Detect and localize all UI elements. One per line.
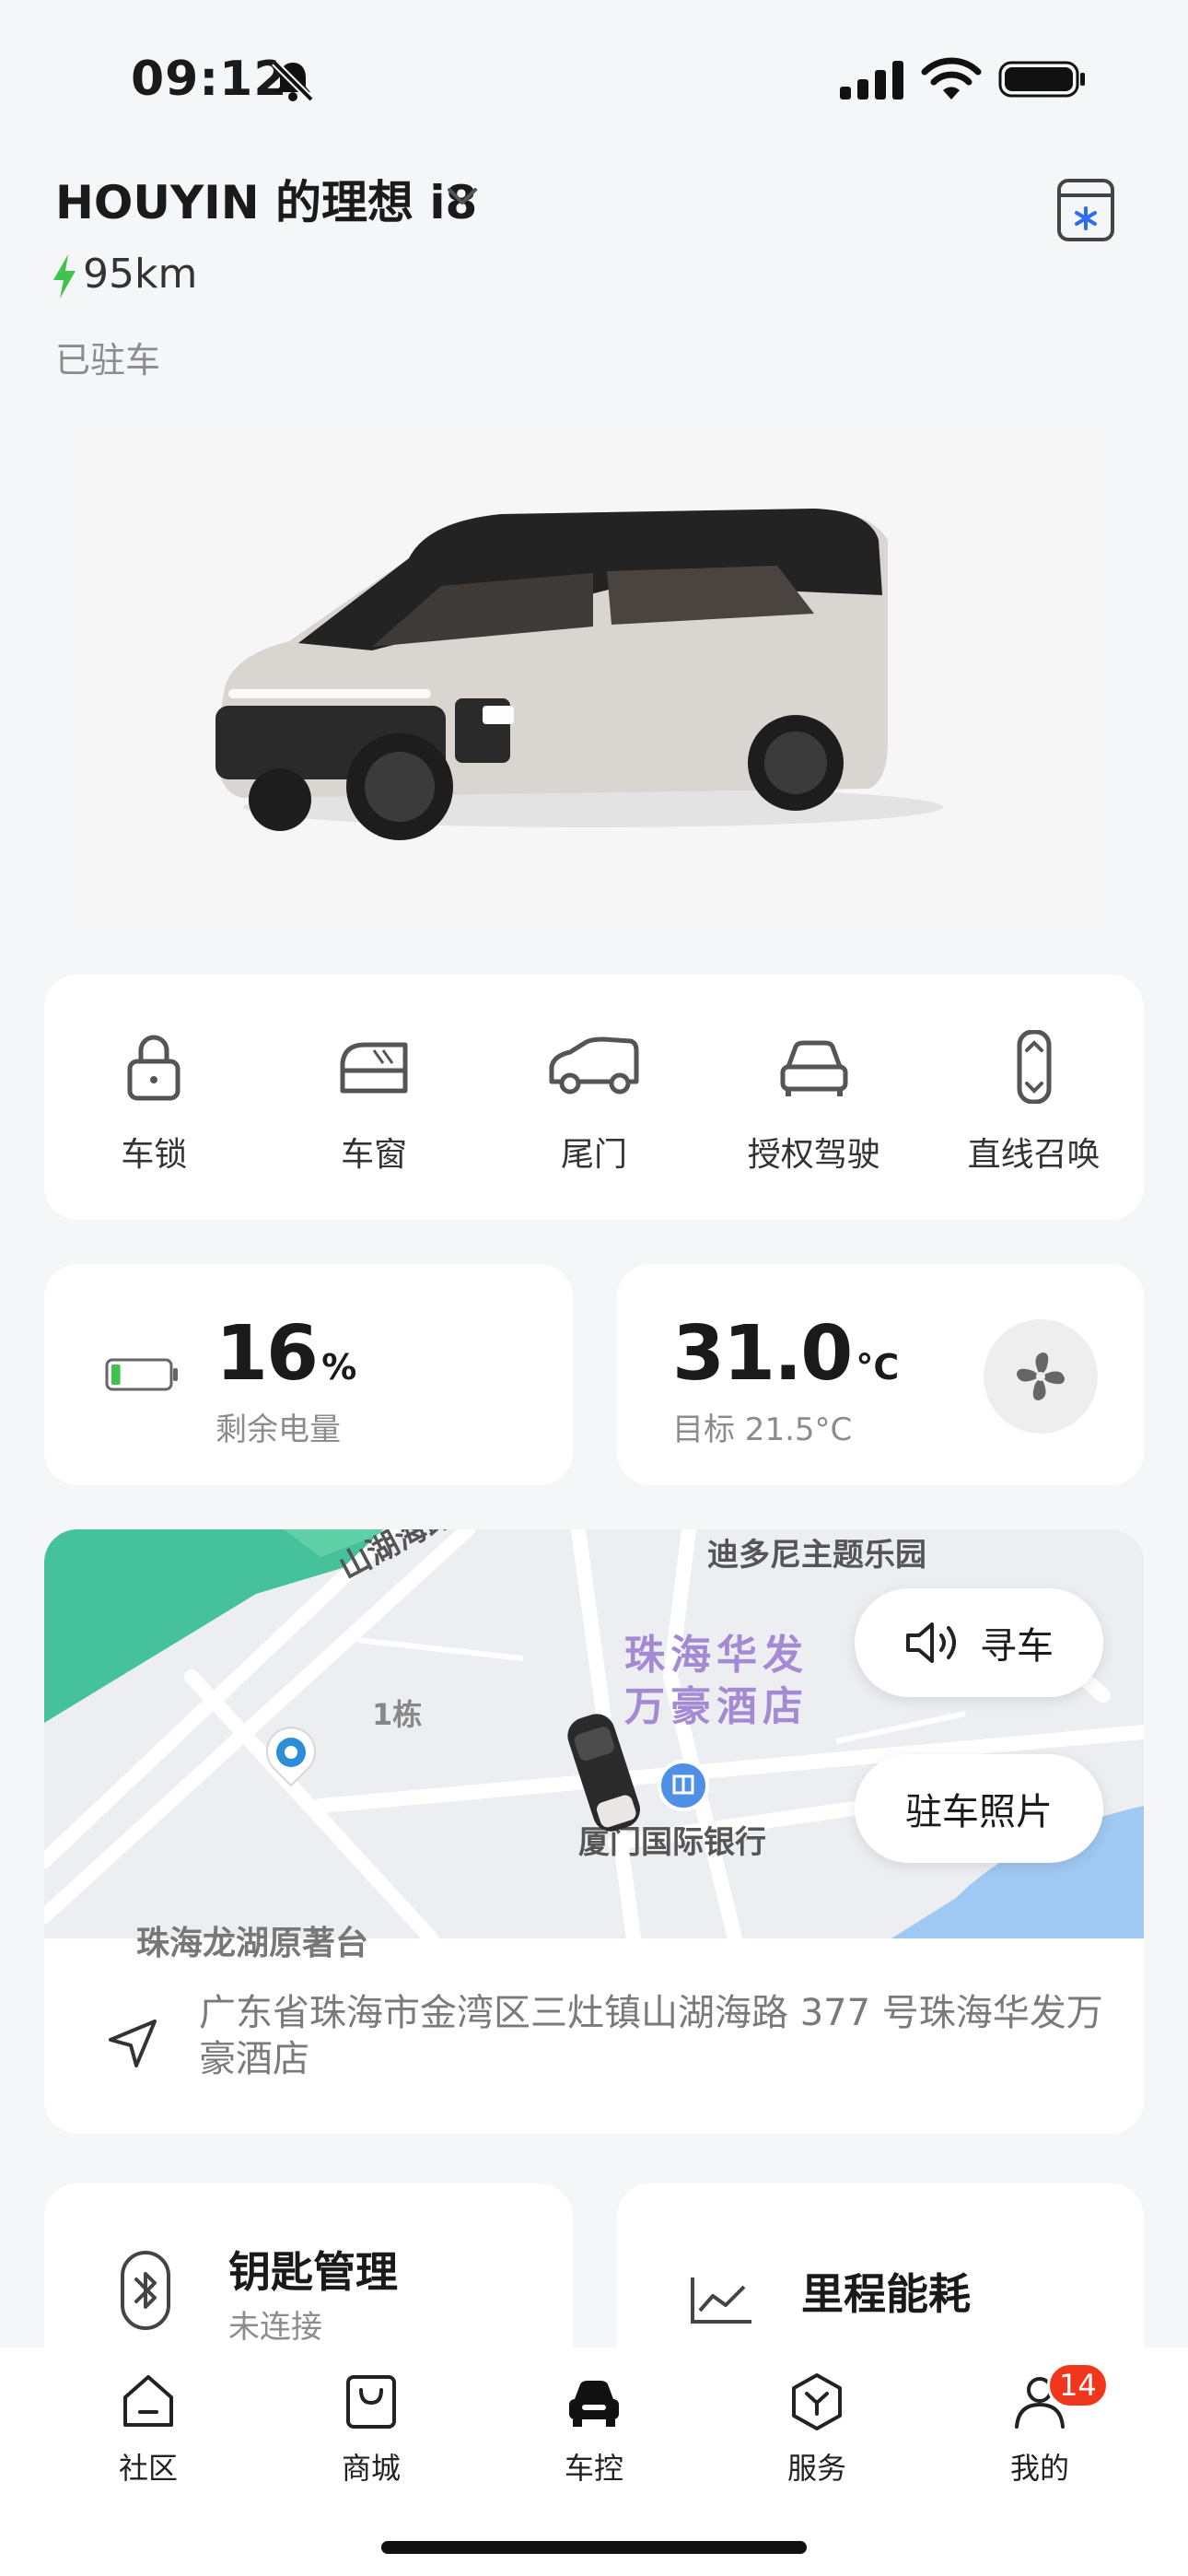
battery-label: 剩余电量	[215, 1411, 341, 1448]
service-icon	[792, 2373, 842, 2430]
car-name[interactable]: HOUYIN 的理想 i8	[55, 166, 477, 232]
parking-photo-button[interactable]: 驻车照片	[855, 1754, 1103, 1863]
home-indicator[interactable]	[381, 2541, 807, 2554]
quick-action-tailgate[interactable]: 尾门	[502, 1030, 686, 1176]
car-fridge-icon[interactable]	[1055, 177, 1116, 243]
find-car-button[interactable]: 寻车	[855, 1588, 1103, 1697]
fan-icon	[1017, 1352, 1065, 1400]
key-title: 钥匙管理	[228, 2247, 398, 2297]
temperature-unit: °C	[856, 1347, 900, 1388]
quick-action-summon[interactable]: 直线召唤	[942, 1030, 1126, 1176]
key-status: 未连接	[228, 2309, 322, 2346]
climate-card[interactable]: 31.0 °C 目标 21.5°C	[617, 1264, 1144, 1485]
quick-action-window[interactable]: 车窗	[282, 1030, 466, 1176]
charging-bolt-icon	[53, 254, 76, 299]
notification-badge: 14	[1047, 2362, 1109, 2408]
quick-action-label: 车锁	[121, 1136, 188, 1174]
map-label: 迪多尼主题乐园	[707, 1537, 926, 1574]
tab-community[interactable]: 社区	[75, 2371, 222, 2576]
bank-marker-icon	[658, 1760, 709, 1811]
quick-action-label: 授权驾驶	[747, 1136, 880, 1174]
tab-label: 我的	[1009, 2451, 1069, 2486]
chevron-down-icon[interactable]	[444, 181, 481, 212]
parking-photo-label: 驻车照片	[905, 1791, 1053, 1833]
tab-label: 社区	[118, 2451, 178, 2486]
map-label: 珠海龙湖原著台	[136, 1925, 369, 1962]
poi-marker-icon	[266, 1727, 316, 1787]
trend-chart-icon	[691, 2277, 751, 2324]
window-icon	[340, 1042, 408, 1094]
quick-action-label: 尾门	[560, 1136, 627, 1174]
tab-label: 服务	[786, 2451, 846, 2486]
tab-label: 车控	[564, 2451, 623, 2486]
map-view[interactable]: 迪多尼主题乐园 山湖海路 珠海华发 万豪酒店 1栋 厦门国际银行 珠海龙湖原著台	[44, 1529, 1144, 1962]
battery-card[interactable]: 16 % 剩余电量	[44, 1264, 573, 1485]
battery-value: 16	[215, 1310, 319, 1398]
status-time: 09:12	[131, 52, 288, 107]
quick-action-authorized-driving[interactable]: 授权驾驶	[722, 1030, 906, 1176]
quick-actions-card: 车锁 车窗 尾门 授权驾驶 直线召唤	[44, 975, 1144, 1220]
quick-action-lock[interactable]: 车锁	[62, 1030, 246, 1176]
navigation-arrow-icon[interactable]	[105, 2016, 160, 2071]
wifi-icon	[921, 57, 982, 100]
summon-icon	[1017, 1030, 1052, 1104]
map-card: 迪多尼主题乐园 山湖海路 珠海华发 万豪酒店 1栋 厦门国际银行 珠海龙湖原著台	[44, 1529, 1144, 2134]
fan-button[interactable]	[984, 1319, 1098, 1434]
mileage-title: 里程能耗	[801, 2269, 971, 2319]
range-value: 95km	[83, 251, 198, 298]
car-control-icon	[569, 2381, 619, 2427]
parking-status: 已驻车	[55, 340, 161, 381]
speaker-icon	[906, 1622, 956, 1663]
map-label: 1栋	[372, 1697, 423, 1732]
battery-percent: 16 %	[215, 1310, 356, 1398]
cabin-temperature: 31.0 °C	[672, 1310, 899, 1398]
tab-profile[interactable]: 我的 14	[966, 2362, 1113, 2576]
car-illustration	[215, 509, 943, 840]
bluetooth-key-icon	[121, 2251, 170, 2330]
tab-label: 商城	[341, 2451, 401, 2486]
temperature-value: 31.0	[672, 1310, 853, 1398]
car-image[interactable]	[77, 429, 1111, 925]
battery-level-icon	[105, 1358, 178, 1391]
quick-action-label: 车窗	[341, 1136, 408, 1174]
battery-status-icon	[998, 61, 1085, 98]
target-temperature: 目标 21.5°C	[672, 1411, 853, 1448]
tailgate-icon	[549, 1036, 639, 1095]
community-icon	[123, 2375, 173, 2427]
quick-action-label: 直线召唤	[967, 1136, 1101, 1174]
cellular-signal-icon	[840, 61, 903, 100]
bell-muted-icon	[272, 60, 314, 102]
find-car-label: 寻车	[980, 1625, 1054, 1668]
car-address[interactable]: 广东省珠海市金湾区三灶镇山湖海路 377 号珠海华发万豪酒店	[199, 1990, 1120, 2082]
car-location-icon	[567, 1714, 640, 1832]
map-label: 珠海华发	[624, 1632, 809, 1679]
lock-icon	[127, 1035, 181, 1101]
authorized-driving-icon	[780, 1040, 848, 1096]
store-icon	[346, 2375, 396, 2429]
battery-unit: %	[321, 1347, 357, 1388]
